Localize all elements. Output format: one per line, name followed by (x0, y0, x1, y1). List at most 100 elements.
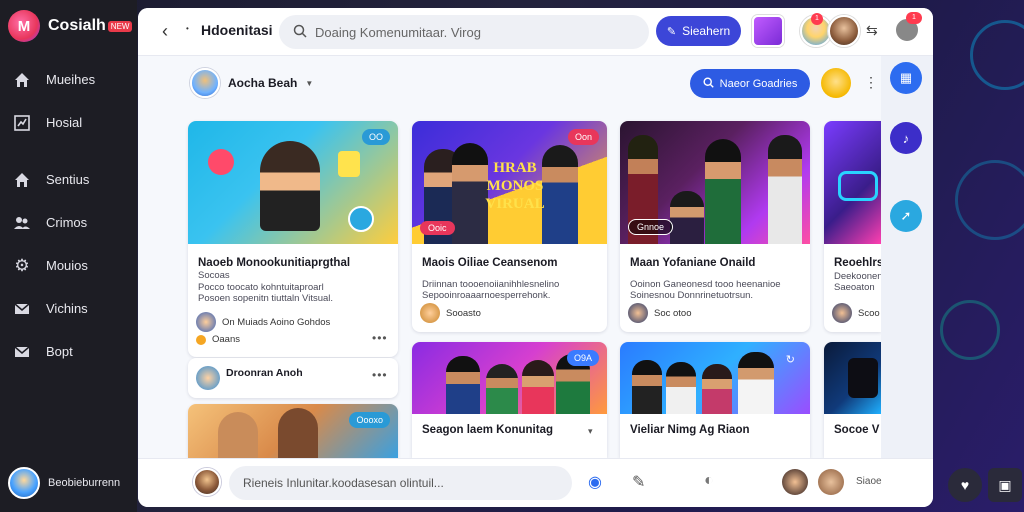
comment-input[interactable] (229, 466, 572, 500)
card-thumbnail[interactable]: ↻ (620, 342, 810, 414)
more-vert-icon[interactable]: ⋮ (864, 74, 878, 91)
sidebar-item-hosial[interactable]: Hosial (0, 101, 137, 144)
person-figure (486, 364, 518, 414)
card-title: Seagon laem Konunitag (422, 424, 553, 436)
video-card[interactable]: ↻ Vieliar Nimg Ag Riaon (620, 342, 810, 458)
video-card[interactable]: O9A Seagon laem Konunitag ▾ (412, 342, 607, 458)
edit-icon[interactable]: ✎ (632, 472, 645, 492)
more-horiz-icon[interactable]: ••• (372, 368, 388, 382)
card-thumbnail[interactable]: Oooxo (188, 404, 398, 458)
emoji-icon[interactable]: ◉ (588, 472, 602, 492)
stat-value: Soc otoo (654, 307, 692, 319)
video-card[interactable]: OO Naoeb Monookunitiaprgthal Socoas Pocc… (188, 121, 398, 357)
avatar[interactable] (828, 15, 860, 47)
video-card[interactable]: Socoe V (824, 342, 881, 458)
mail-icon (12, 299, 32, 319)
sidebar-item-label: Crimos (46, 215, 88, 230)
card-title: Vieliar Nimg Ag Riaon (630, 424, 750, 436)
channel-selector[interactable]: Aocha Beah ▼ (190, 68, 313, 98)
card-thumbnail[interactable] (824, 342, 881, 414)
avatar[interactable] (782, 469, 808, 495)
play-chip[interactable]: Ooic (420, 221, 455, 235)
card-thumbnail[interactable]: OO (188, 121, 398, 244)
video-card[interactable]: Reoehlrs Deekoonen Saeoaton Scoo (824, 121, 881, 332)
heart-icon[interactable]: ♥ (948, 468, 982, 502)
list-item[interactable]: Droonran Anoh ••• (188, 358, 398, 398)
calendar-icon[interactable]: ▦ (890, 62, 922, 94)
decor-ring (970, 20, 1024, 90)
arrows-icon[interactable]: ⇆ (866, 22, 878, 39)
video-card[interactable]: Oooxo (188, 404, 398, 458)
decor-ring (955, 160, 1024, 240)
avatar[interactable] (821, 68, 851, 98)
badge-sticker (348, 206, 374, 232)
video-card[interactable]: Gnnoe Maan Yofaniane Onaild Ooinon Ganeo… (620, 121, 810, 332)
search-input[interactable] (315, 24, 615, 40)
topbar: ‹ • Hdoenitasi ✎ Sieahern 1 ⇆ 1 (138, 8, 933, 56)
avatar (190, 68, 220, 98)
stat-value: Sooasto (446, 307, 481, 319)
search-icon (703, 76, 714, 91)
back-button[interactable]: ‹ (154, 20, 176, 42)
gear-icon: ⚙ (14, 255, 30, 275)
card-title: Naoeb Monookunitiaprgthal (198, 257, 351, 269)
user-profile[interactable]: Beobieburrenn (8, 467, 120, 499)
avatar-app-tile[interactable] (752, 15, 784, 47)
sidebar-item-label: Mueihes (46, 72, 96, 87)
person-figure (768, 135, 802, 244)
video-card[interactable]: HRAB MONOS VIRUAL Oon Ooic Maois Oiliae … (412, 121, 607, 332)
composer-bar: ◉ ✎ ◐ Siaoe (138, 458, 933, 507)
chevron-left-icon: ‹ (162, 20, 168, 41)
card-thumbnail[interactable]: O9A (412, 342, 607, 414)
emoji-sticker (208, 149, 234, 175)
sidebar-item-crimos[interactable]: Crimos (0, 201, 137, 244)
card-description: Driinnan toooenoiianihhlesnelino Sepooin… (422, 279, 560, 301)
stat-value: Scoo (858, 307, 880, 319)
video-tag: OO (361, 129, 390, 145)
sidebar-nav: Mueihes Hosial Sentius Crimos ⚙ Mouios V… (0, 58, 137, 373)
sidebar-item-label: Sentius (46, 172, 90, 187)
chart-icon (12, 113, 32, 133)
sidebar-item-sentius[interactable]: Sentius (0, 158, 137, 201)
card-thumbnail[interactable] (824, 121, 881, 244)
avatar[interactable] (818, 469, 844, 495)
brand[interactable]: M Cosialh NEW (8, 10, 133, 42)
card-stats: Scoo (832, 303, 880, 323)
search-icon (293, 24, 307, 41)
card-thumbnail[interactable]: Gnnoe (620, 121, 810, 244)
card-title: Maan Yofaniane Onaild (630, 257, 756, 269)
primary-action-button[interactable]: ✎ Sieahern (656, 16, 741, 46)
music-icon[interactable]: ♪ (890, 122, 922, 154)
card-title: Reoehlrs (834, 257, 881, 269)
card-thumbnail[interactable]: HRAB MONOS VIRUAL Oon Ooic (412, 121, 607, 244)
sidebar-item-vichins[interactable]: Vichins (0, 287, 137, 330)
secondary-action-button[interactable]: Naeor Goadries (690, 69, 810, 98)
person-figure (738, 352, 774, 414)
card-description: Pocco toocato kohntuitaproarl Posoen sop… (198, 282, 334, 304)
sidebar-item-bopt[interactable]: Bopt (0, 330, 137, 373)
layout-icon[interactable]: ▣ (988, 468, 1022, 502)
home-icon (12, 170, 32, 190)
notification-badge: 1 (906, 12, 922, 24)
card-description: Ooinon Ganeonesd tooo heenanioe Soinesno… (630, 279, 781, 301)
composer-label: Siaoe (856, 476, 882, 487)
card-stats: Oaans (196, 334, 240, 345)
compass-icon[interactable]: ◐ (704, 472, 714, 490)
notification-badge: 1 (811, 13, 823, 25)
tv-sticker (838, 171, 878, 201)
sidebar-item-mueihes[interactable]: Mueihes (0, 58, 137, 101)
sidebar-item-mouios[interactable]: ⚙ Mouios (0, 244, 137, 287)
channel-name: Aocha Beah (228, 76, 298, 90)
avatar (628, 303, 648, 323)
search-bar[interactable] (279, 15, 649, 49)
avatar[interactable] (193, 468, 221, 496)
more-horiz-icon[interactable]: ••• (372, 331, 388, 345)
person-figure (446, 356, 480, 414)
avatar (196, 366, 220, 390)
person-figure (522, 360, 554, 414)
sidebar-item-label: Vichins (46, 301, 88, 316)
card-author[interactable]: On Muiads Aoino Gohdos (196, 312, 330, 332)
chevron-down-icon[interactable]: ▾ (588, 426, 593, 437)
play-chip[interactable]: Gnnoe (628, 219, 674, 235)
share-icon[interactable]: ➚ (890, 200, 922, 232)
